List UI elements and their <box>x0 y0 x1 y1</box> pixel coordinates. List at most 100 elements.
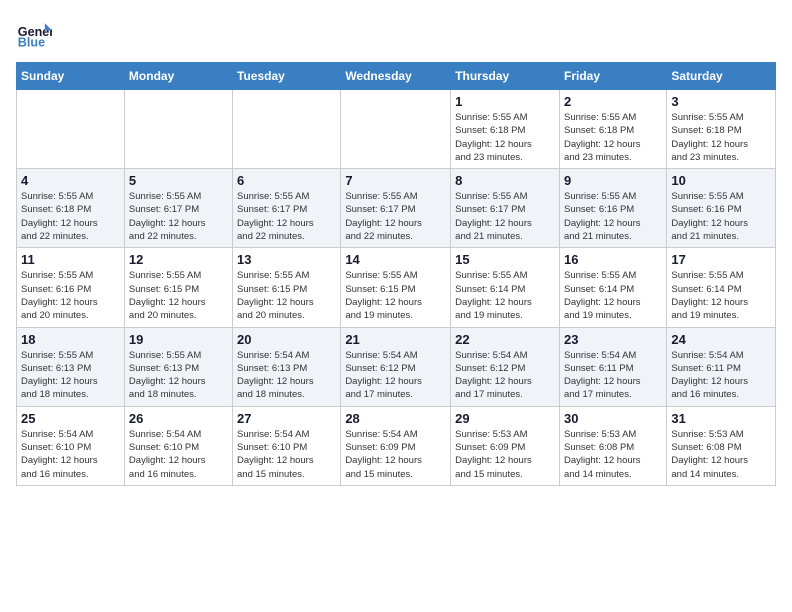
calendar-cell: 22 Sunrise: 5:54 AM Sunset: 6:12 PM Dayli… <box>451 327 560 406</box>
day-number: 28 <box>345 411 446 426</box>
calendar-body: 1 Sunrise: 5:55 AM Sunset: 6:18 PM Daylig… <box>17 90 776 486</box>
day-info: Sunrise: 5:54 AM Sunset: 6:11 PM Dayligh… <box>671 349 771 402</box>
day-number: 7 <box>345 173 446 188</box>
day-number: 14 <box>345 252 446 267</box>
header-saturday: Saturday <box>667 63 776 90</box>
day-info: Sunrise: 5:55 AM Sunset: 6:16 PM Dayligh… <box>564 190 662 243</box>
header-wednesday: Wednesday <box>341 63 451 90</box>
calendar-cell: 28 Sunrise: 5:54 AM Sunset: 6:09 PM Dayli… <box>341 406 451 485</box>
calendar-cell: 29 Sunrise: 5:53 AM Sunset: 6:09 PM Dayli… <box>451 406 560 485</box>
day-info: Sunrise: 5:55 AM Sunset: 6:18 PM Dayligh… <box>21 190 120 243</box>
day-info: Sunrise: 5:55 AM Sunset: 6:18 PM Dayligh… <box>564 111 662 164</box>
day-info: Sunrise: 5:55 AM Sunset: 6:17 PM Dayligh… <box>237 190 336 243</box>
day-info: Sunrise: 5:53 AM Sunset: 6:08 PM Dayligh… <box>671 428 771 481</box>
day-number: 11 <box>21 252 120 267</box>
calendar-cell: 5 Sunrise: 5:55 AM Sunset: 6:17 PM Daylig… <box>124 169 232 248</box>
day-number: 21 <box>345 332 446 347</box>
day-info: Sunrise: 5:55 AM Sunset: 6:15 PM Dayligh… <box>129 269 228 322</box>
calendar-cell: 19Sunrise: 5:55 AM Sunset: 6:13 PM Dayli… <box>124 327 232 406</box>
day-number: 27 <box>237 411 336 426</box>
day-info: Sunrise: 5:55 AM Sunset: 6:17 PM Dayligh… <box>345 190 446 243</box>
svg-text:Blue: Blue <box>18 36 45 50</box>
calendar-cell: 26Sunrise: 5:54 AM Sunset: 6:10 PM Dayli… <box>124 406 232 485</box>
calendar-cell: 11 Sunrise: 5:55 AM Sunset: 6:16 PM Dayli… <box>17 248 125 327</box>
calendar-cell <box>233 90 341 169</box>
calendar-cell: 2 Sunrise: 5:55 AM Sunset: 6:18 PM Daylig… <box>559 90 666 169</box>
header-monday: Monday <box>124 63 232 90</box>
week-row-0: 1 Sunrise: 5:55 AM Sunset: 6:18 PM Daylig… <box>17 90 776 169</box>
week-row-3: 18 Sunrise: 5:55 AM Sunset: 6:13 PM Dayli… <box>17 327 776 406</box>
calendar-cell: 30 Sunrise: 5:53 AM Sunset: 6:08 PM Dayli… <box>559 406 666 485</box>
week-row-4: 25 Sunrise: 5:54 AM Sunset: 6:10 PM Dayli… <box>17 406 776 485</box>
calendar-cell: 21Sunrise: 5:54 AM Sunset: 6:12 PM Dayli… <box>341 327 451 406</box>
day-info: Sunrise: 5:54 AM Sunset: 6:10 PM Dayligh… <box>237 428 336 481</box>
day-info: Sunrise: 5:55 AM Sunset: 6:16 PM Dayligh… <box>671 190 771 243</box>
day-info: Sunrise: 5:55 AM Sunset: 6:13 PM Dayligh… <box>21 349 120 402</box>
day-info: Sunrise: 5:55 AM Sunset: 6:14 PM Dayligh… <box>671 269 771 322</box>
calendar-cell: 16 Sunrise: 5:55 AM Sunset: 6:14 PM Dayli… <box>559 248 666 327</box>
day-info: Sunrise: 5:54 AM Sunset: 6:10 PM Dayligh… <box>21 428 120 481</box>
day-number: 15 <box>455 252 555 267</box>
calendar-cell: 24 Sunrise: 5:54 AM Sunset: 6:11 PM Dayli… <box>667 327 776 406</box>
day-number: 30 <box>564 411 662 426</box>
day-number: 3 <box>671 94 771 109</box>
calendar-cell: 15 Sunrise: 5:55 AM Sunset: 6:14 PM Dayli… <box>451 248 560 327</box>
day-number: 16 <box>564 252 662 267</box>
header-thursday: Thursday <box>451 63 560 90</box>
calendar-cell: 13 Sunrise: 5:55 AM Sunset: 6:15 PM Dayli… <box>233 248 341 327</box>
calendar-cell: 25 Sunrise: 5:54 AM Sunset: 6:10 PM Dayli… <box>17 406 125 485</box>
day-info: Sunrise: 5:54 AM Sunset: 6:09 PM Dayligh… <box>345 428 446 481</box>
day-number: 29 <box>455 411 555 426</box>
calendar-cell: 31 Sunrise: 5:53 AM Sunset: 6:08 PM Dayli… <box>667 406 776 485</box>
day-number: 24 <box>671 332 771 347</box>
calendar-cell: 4 Sunrise: 5:55 AM Sunset: 6:18 PM Daylig… <box>17 169 125 248</box>
day-number: 6 <box>237 173 336 188</box>
day-info: Sunrise: 5:55 AM Sunset: 6:13 PM Dayligh… <box>129 349 228 402</box>
calendar-cell <box>17 90 125 169</box>
day-number: 22 <box>455 332 555 347</box>
day-info: Sunrise: 5:54 AM Sunset: 6:11 PM Dayligh… <box>564 349 662 402</box>
calendar-cell: 14 Sunrise: 5:55 AM Sunset: 6:15 PM Dayli… <box>341 248 451 327</box>
calendar-header-row: SundayMondayTuesdayWednesdayThursdayFrid… <box>17 63 776 90</box>
calendar-cell: 20 Sunrise: 5:54 AM Sunset: 6:13 PM Dayli… <box>233 327 341 406</box>
day-info: Sunrise: 5:55 AM Sunset: 6:14 PM Dayligh… <box>564 269 662 322</box>
day-number: 10 <box>671 173 771 188</box>
day-number: 20 <box>237 332 336 347</box>
day-info: Sunrise: 5:55 AM Sunset: 6:15 PM Dayligh… <box>237 269 336 322</box>
day-info: Sunrise: 5:55 AM Sunset: 6:18 PM Dayligh… <box>455 111 555 164</box>
day-number: 4 <box>21 173 120 188</box>
calendar-cell: 10 Sunrise: 5:55 AM Sunset: 6:16 PM Dayli… <box>667 169 776 248</box>
day-info: Sunrise: 5:54 AM Sunset: 6:13 PM Dayligh… <box>237 349 336 402</box>
day-info: Sunrise: 5:54 AM Sunset: 6:10 PM Dayligh… <box>129 428 228 481</box>
day-number: 5 <box>129 173 228 188</box>
calendar-cell: 6 Sunrise: 5:55 AM Sunset: 6:17 PM Daylig… <box>233 169 341 248</box>
day-number: 25 <box>21 411 120 426</box>
calendar-cell <box>124 90 232 169</box>
day-number: 13 <box>237 252 336 267</box>
day-number: 23 <box>564 332 662 347</box>
day-info: Sunrise: 5:55 AM Sunset: 6:15 PM Dayligh… <box>345 269 446 322</box>
header-friday: Friday <box>559 63 666 90</box>
logo: General Blue <box>16 16 52 52</box>
day-number: 12 <box>129 252 228 267</box>
day-info: Sunrise: 5:53 AM Sunset: 6:09 PM Dayligh… <box>455 428 555 481</box>
day-info: Sunrise: 5:55 AM Sunset: 6:18 PM Dayligh… <box>671 111 771 164</box>
day-number: 9 <box>564 173 662 188</box>
day-info: Sunrise: 5:55 AM Sunset: 6:16 PM Dayligh… <box>21 269 120 322</box>
day-info: Sunrise: 5:53 AM Sunset: 6:08 PM Dayligh… <box>564 428 662 481</box>
day-info: Sunrise: 5:55 AM Sunset: 6:17 PM Dayligh… <box>129 190 228 243</box>
day-number: 1 <box>455 94 555 109</box>
calendar-cell: 12 Sunrise: 5:55 AM Sunset: 6:15 PM Dayli… <box>124 248 232 327</box>
calendar-cell: 18 Sunrise: 5:55 AM Sunset: 6:13 PM Dayli… <box>17 327 125 406</box>
day-info: Sunrise: 5:54 AM Sunset: 6:12 PM Dayligh… <box>455 349 555 402</box>
day-number: 2 <box>564 94 662 109</box>
week-row-2: 11 Sunrise: 5:55 AM Sunset: 6:16 PM Dayli… <box>17 248 776 327</box>
calendar-cell: 8Sunrise: 5:55 AM Sunset: 6:17 PM Daylig… <box>451 169 560 248</box>
calendar-table: SundayMondayTuesdayWednesdayThursdayFrid… <box>16 62 776 486</box>
day-number: 31 <box>671 411 771 426</box>
day-number: 18 <box>21 332 120 347</box>
day-number: 8 <box>455 173 555 188</box>
day-info: Sunrise: 5:55 AM Sunset: 6:14 PM Dayligh… <box>455 269 555 322</box>
calendar-cell: 9 Sunrise: 5:55 AM Sunset: 6:16 PM Daylig… <box>559 169 666 248</box>
header-tuesday: Tuesday <box>233 63 341 90</box>
